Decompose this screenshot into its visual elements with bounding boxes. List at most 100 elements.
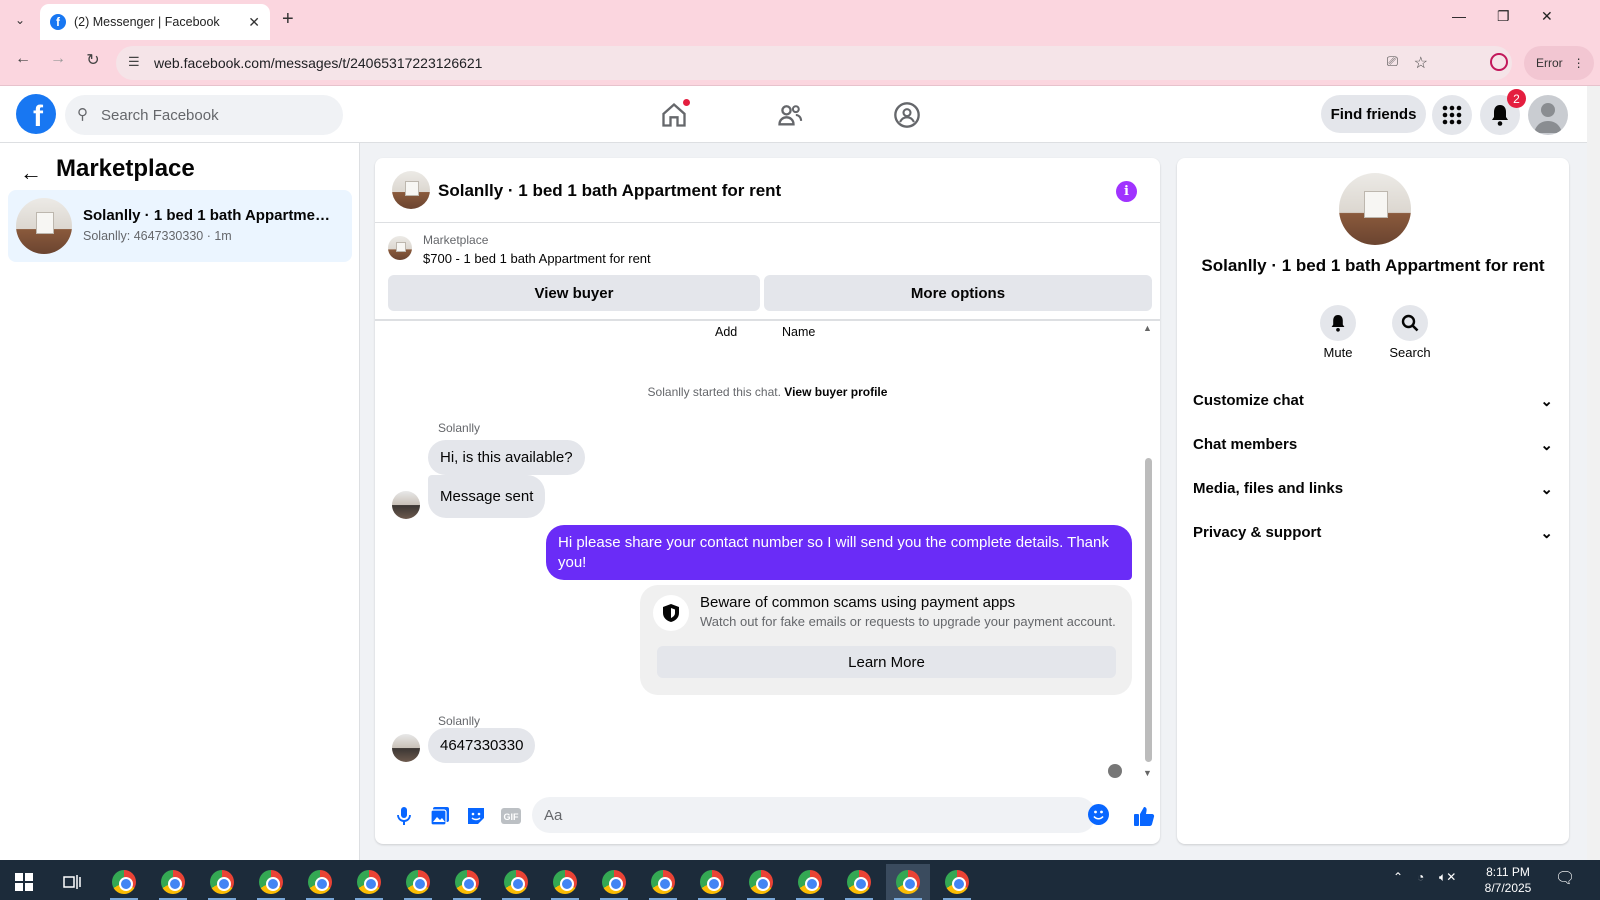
- chrome-profile-icon[interactable]: [1490, 53, 1508, 71]
- chrome-taskbar-icon[interactable]: [935, 864, 979, 900]
- chrome-icon: [553, 870, 577, 894]
- chevron-down-icon: ⌄: [1540, 437, 1553, 454]
- chat-scroll-thumb[interactable]: [1145, 458, 1152, 762]
- task-view-icon[interactable]: [50, 864, 94, 900]
- bookmark-star-icon[interactable]: ☆: [1414, 53, 1428, 73]
- menu-grid-icon[interactable]: [1432, 95, 1472, 135]
- scam-warning-title: Beware of common scams using payment app…: [700, 594, 1016, 611]
- chrome-taskbar-icon[interactable]: [886, 864, 930, 900]
- chrome-icon: [504, 870, 528, 894]
- customize-chat-section[interactable]: Customize chat ⌄: [1193, 392, 1553, 410]
- close-tab-icon[interactable]: ✕: [248, 14, 260, 31]
- find-friends-button[interactable]: Find friends: [1321, 95, 1426, 133]
- groups-icon[interactable]: [887, 100, 927, 130]
- message-bubble[interactable]: Hi, is this available?: [428, 440, 585, 475]
- forward-icon[interactable]: →: [45, 50, 71, 68]
- mute-button[interactable]: [1320, 305, 1356, 341]
- chrome-taskbar-icon[interactable]: [592, 864, 636, 900]
- tray-overflow-icon[interactable]: ⌃: [1393, 870, 1403, 884]
- learn-more-button[interactable]: Learn More: [657, 646, 1116, 678]
- notifications-center-icon[interactable]: 🗨︎: [1555, 868, 1575, 888]
- message-bubble[interactable]: Message sent: [428, 475, 546, 518]
- chat-title[interactable]: Solanlly · 1 bed 1 bath Appartment for r…: [438, 181, 781, 201]
- chrome-taskbar-icon[interactable]: [347, 864, 391, 900]
- chrome-icon: [406, 870, 430, 894]
- media-files-links-section[interactable]: Media, files and links ⌄: [1193, 480, 1553, 498]
- listing-price-title[interactable]: $700 - 1 bed 1 bath Appartment for rent: [423, 251, 651, 266]
- chrome-icon: [700, 870, 724, 894]
- search-input[interactable]: ⚲ Search Facebook: [65, 95, 343, 135]
- sender-avatar[interactable]: [392, 734, 420, 762]
- chrome-taskbar-icon[interactable]: [543, 864, 587, 900]
- install-app-icon[interactable]: ⎚: [1387, 53, 1398, 70]
- facebook-logo-icon[interactable]: f: [16, 94, 56, 134]
- chat-header-thumbnail[interactable]: [392, 171, 430, 209]
- scroll-up-icon[interactable]: ▲: [1143, 323, 1152, 333]
- view-buyer-profile-link[interactable]: View buyer profile: [784, 385, 887, 399]
- clock[interactable]: 8:11 PM 8/7/2025: [1480, 864, 1536, 896]
- gif-icon[interactable]: GIF: [499, 804, 523, 828]
- minimize-icon[interactable]: —: [1452, 8, 1466, 24]
- facebook-favicon-icon: f: [50, 14, 66, 30]
- chrome-taskbar-icon[interactable]: [200, 864, 244, 900]
- chrome-taskbar-icon[interactable]: [298, 864, 342, 900]
- info-icon[interactable]: i: [1116, 181, 1137, 202]
- emoji-icon[interactable]: [1088, 804, 1109, 825]
- account-avatar[interactable]: [1528, 95, 1568, 135]
- chrome-taskbar-icon[interactable]: [102, 864, 146, 900]
- back-icon[interactable]: ←: [10, 50, 36, 68]
- clock-date: 8/7/2025: [1484, 881, 1532, 895]
- search-icon: ⚲: [77, 106, 88, 123]
- chrome-icon: [357, 870, 381, 894]
- sender-avatar[interactable]: [392, 491, 420, 519]
- chrome-taskbar-icon[interactable]: [396, 864, 440, 900]
- close-window-icon[interactable]: ✕: [1541, 8, 1553, 25]
- my-message-bubble[interactable]: Hi please share your contact number so I…: [546, 525, 1132, 580]
- sidebar-title: Marketplace: [56, 155, 195, 182]
- chevron-down-icon: ⌄: [1540, 525, 1553, 542]
- details-thumbnail[interactable]: [1339, 173, 1411, 245]
- restore-icon[interactable]: ❐: [1497, 8, 1510, 25]
- tab-search-chevron-icon[interactable]: ⌄: [8, 8, 32, 32]
- chrome-taskbar-icon[interactable]: [151, 864, 195, 900]
- chrome-icon: [602, 870, 626, 894]
- chrome-taskbar-icon[interactable]: [788, 864, 832, 900]
- photo-icon[interactable]: [428, 804, 452, 828]
- new-tab-icon[interactable]: +: [282, 8, 294, 31]
- scroll-down-icon[interactable]: ▼: [1143, 768, 1152, 778]
- chrome-taskbar-icon[interactable]: [690, 864, 734, 900]
- chrome-taskbar-icon[interactable]: [445, 864, 489, 900]
- windows-start-icon[interactable]: [2, 864, 46, 900]
- chrome-taskbar-icon[interactable]: [739, 864, 783, 900]
- url-input[interactable]: ☰ web.facebook.com/messages/t/2406531722…: [116, 46, 1512, 80]
- chat-members-section[interactable]: Chat members ⌄: [1193, 436, 1553, 454]
- chrome-taskbar-icon[interactable]: [837, 864, 881, 900]
- sender-name: Solanlly: [438, 421, 481, 435]
- kebab-menu-icon[interactable]: ⋮: [1573, 56, 1585, 70]
- friends-icon[interactable]: [770, 100, 810, 130]
- details-title: Solanlly · 1 bed 1 bath Appartment for r…: [1201, 256, 1545, 275]
- search-chat-button[interactable]: [1392, 305, 1428, 341]
- chrome-taskbar-icon[interactable]: [641, 864, 685, 900]
- microphone-icon[interactable]: [392, 804, 416, 828]
- chrome-taskbar-icon[interactable]: [494, 864, 538, 900]
- volume-muted-icon[interactable]: 🔈︎✕: [1439, 870, 1456, 885]
- search-label: Search: [1389, 345, 1431, 360]
- site-info-icon[interactable]: ☰: [128, 54, 140, 70]
- sticker-icon[interactable]: [464, 804, 488, 828]
- chrome-taskbar-icon[interactable]: [249, 864, 293, 900]
- chrome-icon: [259, 870, 283, 894]
- network-icon[interactable]: ◔: [1417, 870, 1424, 884]
- listing-small-thumbnail: [388, 236, 412, 260]
- back-arrow-icon[interactable]: ←: [20, 160, 42, 186]
- privacy-support-section[interactable]: Privacy & support ⌄: [1193, 524, 1553, 542]
- error-button[interactable]: Error ⋮: [1524, 46, 1594, 80]
- page-scrollbar[interactable]: [1587, 86, 1600, 860]
- view-buyer-button[interactable]: View buyer: [388, 275, 760, 311]
- reload-icon[interactable]: ↻: [80, 50, 106, 70]
- browser-tab[interactable]: f (2) Messenger | Facebook ✕: [40, 4, 270, 40]
- message-bubble[interactable]: 4647330330: [428, 728, 536, 763]
- thumbs-up-icon[interactable]: [1130, 804, 1158, 828]
- more-options-button[interactable]: More options: [764, 275, 1152, 311]
- message-input[interactable]: Aa: [532, 797, 1096, 833]
